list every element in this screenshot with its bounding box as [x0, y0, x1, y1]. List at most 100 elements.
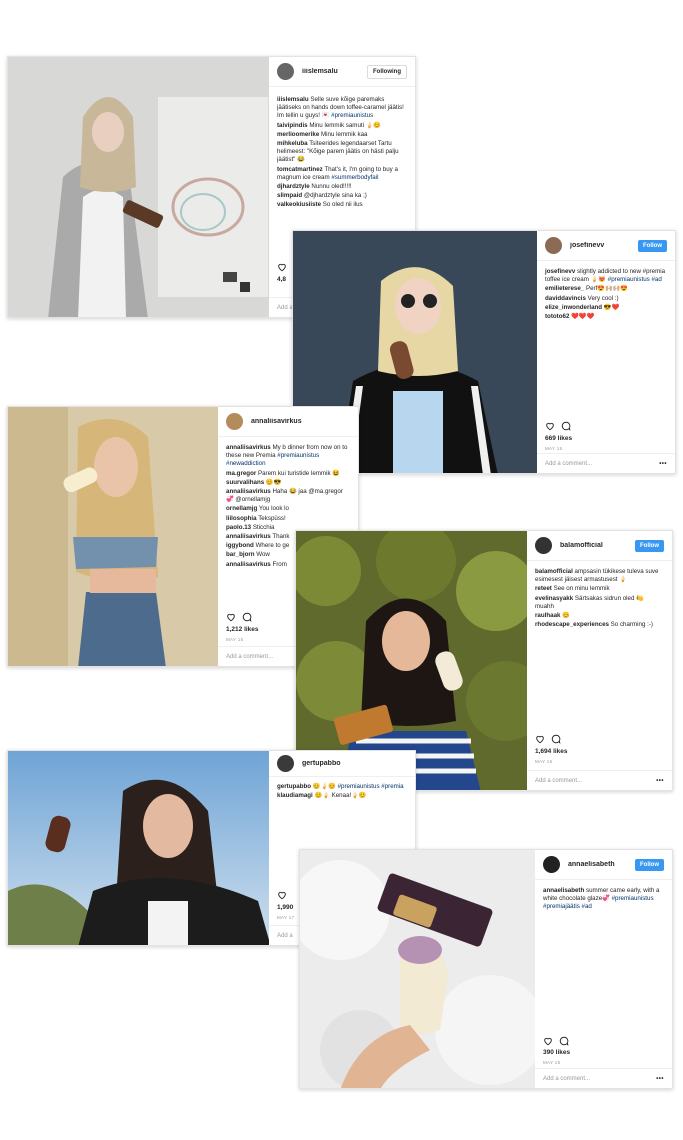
comment-username[interactable]: annaelisabeth: [543, 887, 584, 894]
add-comment-field[interactable]: Add a comment... •••: [527, 770, 672, 790]
comment: ma.gregor Parem kui turistide lemmik 😆: [226, 470, 350, 478]
comment-username[interactable]: daviddavincis: [545, 295, 586, 302]
comment: raulhaak 😊: [535, 612, 664, 620]
comment-username[interactable]: ma.gregor: [226, 470, 256, 477]
follow-button[interactable]: Follow: [638, 239, 667, 252]
comment-username[interactable]: raulhaak: [535, 612, 560, 619]
follow-button[interactable]: Follow: [635, 858, 664, 871]
post-photo[interactable]: [300, 850, 537, 1088]
comment-text: You look lo: [257, 505, 289, 513]
heart-icon[interactable]: [277, 262, 287, 272]
avatar[interactable]: [543, 856, 560, 873]
heart-icon[interactable]: [543, 1036, 553, 1046]
comment-username[interactable]: tototo62: [545, 313, 569, 320]
comment: merlioomerike Minu lemmik kaa: [277, 131, 407, 139]
add-comment-field[interactable]: Add a comment... •••: [535, 1068, 672, 1088]
avatar[interactable]: [277, 63, 294, 80]
hashtag-link[interactable]: #premiaunistus #premia: [338, 783, 404, 790]
post-photo[interactable]: [8, 407, 220, 666]
follow-button[interactable]: Follow: [635, 539, 664, 552]
username[interactable]: balamofficial: [560, 542, 635, 549]
comment-username[interactable]: ornellamjg: [226, 505, 257, 512]
more-options-icon[interactable]: •••: [656, 1076, 664, 1082]
comment-text: Sticchia: [251, 523, 275, 531]
comment: reteet See on minu lemmik: [535, 585, 664, 593]
comment-username[interactable]: taivipindis: [277, 122, 308, 129]
comment-username[interactable]: liilosophia: [226, 515, 257, 522]
comment-username[interactable]: gertupabbo: [277, 783, 311, 790]
likes-count[interactable]: 4,8: [277, 276, 286, 283]
comment-username[interactable]: annaliisavirkus: [226, 561, 271, 568]
hashtag-link[interactable]: #premiaunistus: [331, 112, 373, 119]
comment-icon[interactable]: [561, 421, 571, 431]
comment-username[interactable]: valkeokiusiiste: [277, 201, 321, 208]
comment-username[interactable]: tomcatmartinez: [277, 166, 323, 173]
comment-username[interactable]: klaudiamagi: [277, 792, 313, 799]
add-comment-placeholder: Add a comment...: [535, 777, 583, 784]
comment-username[interactable]: merlioomerike: [277, 131, 319, 138]
following-button[interactable]: Following: [367, 64, 407, 79]
heart-icon[interactable]: [535, 734, 545, 744]
comment-icon[interactable]: [551, 734, 561, 744]
likes-count[interactable]: 1,694 likes: [535, 748, 568, 755]
likes-count[interactable]: 669 likes: [545, 435, 572, 442]
heart-icon[interactable]: [226, 612, 236, 622]
avatar[interactable]: [226, 413, 243, 430]
comment-text: Parem kui turistide lemmik 😆: [256, 469, 340, 477]
comment-username[interactable]: djhardztyle: [277, 183, 310, 190]
comment: annaliisavirkus Haha 😂 jaa @ma.gregor 💞 …: [226, 488, 350, 504]
comment-username[interactable]: suurvalihans: [226, 479, 264, 486]
comment-username[interactable]: paolo.13: [226, 524, 251, 531]
username[interactable]: josefinevv: [570, 242, 638, 249]
more-options-icon[interactable]: •••: [656, 778, 664, 784]
comment-username[interactable]: iggybond: [226, 542, 254, 549]
comment-username[interactable]: balamofficial: [535, 568, 573, 575]
username[interactable]: annaelisabeth: [568, 861, 635, 868]
comment: ornellamjg You look lo: [226, 505, 350, 513]
comment-username[interactable]: annaliisavirkus: [226, 533, 271, 540]
username[interactable]: gertupabbo: [302, 760, 407, 767]
hashtag-link[interactable]: #summerbodyfail: [331, 174, 378, 181]
comments-list: josefinevv slightly addicted to new #pre…: [545, 268, 667, 322]
post-photo[interactable]: [8, 751, 271, 945]
avatar[interactable]: [277, 755, 294, 772]
comment-username[interactable]: bar_bjorn: [226, 551, 255, 558]
likes-count[interactable]: 1,990: [277, 904, 293, 911]
post-date: MAY 15: [543, 1060, 561, 1065]
post-header: annaliisavirkus: [218, 407, 358, 437]
avatar[interactable]: [535, 537, 552, 554]
username[interactable]: iiislemsalu: [302, 68, 367, 75]
comment-icon[interactable]: [242, 612, 252, 622]
post-photo[interactable]: [8, 57, 271, 317]
heart-icon[interactable]: [277, 890, 287, 900]
likes-count[interactable]: 390 likes: [543, 1049, 570, 1056]
comment-username[interactable]: elize_inwonderland: [545, 304, 602, 311]
comment-username[interactable]: mihkeluba: [277, 140, 308, 147]
add-comment-placeholder: Add a comment...: [543, 1075, 591, 1082]
comment-username[interactable]: annaliisavirkus: [226, 444, 271, 451]
comment-username[interactable]: iiislemsalu: [277, 96, 309, 103]
comment-username[interactable]: annaliisavirkus: [226, 488, 271, 495]
heart-icon[interactable]: [545, 421, 555, 431]
comment-username[interactable]: evelinasyakk: [535, 595, 573, 602]
hashtag-link[interactable]: #premiaunistus #ad: [608, 276, 662, 283]
comment: gertupabbo 😊🍦😊 #premiaunistus #premia: [277, 783, 407, 791]
likes-count[interactable]: 1,212 likes: [226, 626, 259, 633]
comment-username[interactable]: reteet: [535, 585, 552, 592]
comment-text: @djhardztyle sina ka ;): [302, 192, 367, 200]
post-panel: balamofficial Follow balamofficial ampsa…: [527, 531, 672, 790]
comment-username[interactable]: josefinevv: [545, 268, 575, 275]
comment: annaliisavirkus My b dinner from now on …: [226, 444, 350, 469]
comment-username[interactable]: emilieterese_: [545, 285, 584, 292]
comment-username[interactable]: slimpaid: [277, 192, 302, 199]
comment-text: 😊: [560, 612, 570, 620]
more-options-icon[interactable]: •••: [659, 461, 667, 467]
avatar[interactable]: [545, 237, 562, 254]
username[interactable]: annaliisavirkus: [251, 418, 350, 425]
post-header: gertupabbo: [269, 751, 415, 777]
add-comment-field[interactable]: Add a comment... •••: [537, 453, 675, 473]
add-comment-placeholder: Add a: [277, 304, 293, 311]
action-bar: [277, 262, 287, 272]
comment-icon[interactable]: [559, 1036, 569, 1046]
comment-username[interactable]: rhodescape_experiences: [535, 621, 609, 628]
